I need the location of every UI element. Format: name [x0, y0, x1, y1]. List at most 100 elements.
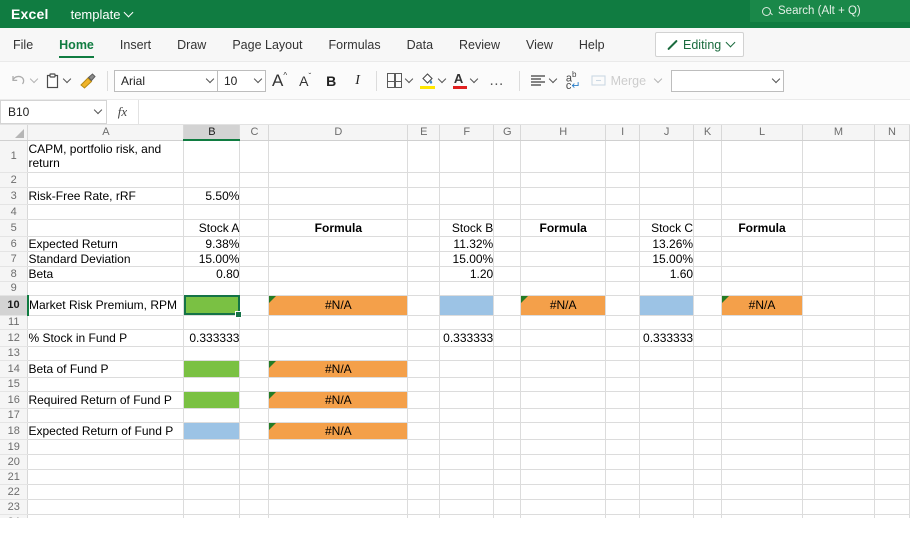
cell-M12[interactable]: [802, 329, 875, 347]
cell-D23[interactable]: [268, 499, 409, 515]
cell-I9[interactable]: [605, 281, 641, 296]
row-header-9[interactable]: 9: [0, 281, 29, 296]
row-header-1[interactable]: 1: [0, 140, 29, 173]
cell-I3[interactable]: [605, 187, 641, 205]
cell-E10[interactable]: [407, 295, 441, 316]
cell-I17[interactable]: [605, 408, 641, 423]
tab-draw[interactable]: Draw: [164, 28, 219, 61]
merge-cells-button[interactable]: Merge: [587, 67, 665, 95]
cell-E15[interactable]: [407, 377, 441, 392]
cell-J5[interactable]: Stock C: [639, 219, 695, 237]
cell-M18[interactable]: [802, 422, 875, 440]
cell-K9[interactable]: [693, 281, 723, 296]
cell-D3[interactable]: [268, 187, 409, 205]
cell-C20[interactable]: [239, 454, 270, 470]
italic-button[interactable]: I: [345, 67, 370, 95]
cell-J13[interactable]: [639, 346, 695, 361]
cell-A13[interactable]: [27, 346, 185, 361]
cell-A20[interactable]: [27, 454, 185, 470]
cell-L9[interactable]: [721, 281, 803, 296]
cell-L5[interactable]: Formula: [721, 219, 803, 237]
column-header-k[interactable]: K: [693, 125, 723, 141]
cell-K5[interactable]: [693, 219, 723, 237]
cell-I16[interactable]: [605, 391, 641, 409]
cell-E6[interactable]: [407, 236, 441, 252]
cell-L2[interactable]: [721, 172, 803, 188]
cell-J22[interactable]: [639, 484, 695, 500]
cell-C18[interactable]: [239, 422, 270, 440]
cell-M5[interactable]: [802, 219, 875, 237]
cell-K14[interactable]: [693, 360, 723, 378]
cell-C14[interactable]: [239, 360, 270, 378]
cell-F17[interactable]: [439, 408, 495, 423]
cell-E5[interactable]: [407, 219, 441, 237]
cell-E1[interactable]: [407, 140, 441, 173]
row-header-3[interactable]: 3: [0, 187, 29, 205]
row-header-7[interactable]: 7: [0, 251, 29, 267]
cell-C22[interactable]: [239, 484, 270, 500]
cell-F5[interactable]: Stock B: [439, 219, 495, 237]
cell-N3[interactable]: [874, 187, 910, 205]
cell-C11[interactable]: [239, 315, 270, 330]
font-name-select[interactable]: Arial: [114, 69, 218, 92]
cell-F21[interactable]: [439, 469, 495, 485]
cell-A5[interactable]: [27, 219, 185, 237]
cell-I24[interactable]: [605, 514, 641, 518]
cell-D15[interactable]: [268, 377, 409, 392]
cell-H17[interactable]: [520, 408, 607, 423]
cell-D22[interactable]: [268, 484, 409, 500]
cell-N17[interactable]: [874, 408, 910, 423]
cell-C10[interactable]: [239, 295, 270, 316]
cell-G13[interactable]: [493, 346, 522, 361]
cell-E14[interactable]: [407, 360, 441, 378]
cell-N21[interactable]: [874, 469, 910, 485]
cell-E24[interactable]: [407, 514, 441, 518]
cell-H2[interactable]: [520, 172, 607, 188]
cell-B13[interactable]: [183, 346, 241, 361]
cell-A11[interactable]: [27, 315, 185, 330]
cell-L18[interactable]: [721, 422, 803, 440]
bold-button[interactable]: B: [317, 67, 345, 95]
tab-page-layout[interactable]: Page Layout: [219, 28, 315, 61]
cell-L13[interactable]: [721, 346, 803, 361]
cell-L12[interactable]: [721, 329, 803, 347]
cell-B20[interactable]: [183, 454, 241, 470]
cell-D21[interactable]: [268, 469, 409, 485]
cell-E7[interactable]: [407, 251, 441, 267]
cell-K15[interactable]: [693, 377, 723, 392]
cell-J20[interactable]: [639, 454, 695, 470]
cell-J2[interactable]: [639, 172, 695, 188]
cell-B14[interactable]: [183, 360, 241, 378]
cell-J11[interactable]: [639, 315, 695, 330]
cell-I10[interactable]: [605, 295, 641, 316]
cell-J21[interactable]: [639, 469, 695, 485]
cell-L8[interactable]: [721, 266, 803, 282]
cell-I23[interactable]: [605, 499, 641, 515]
cell-F3[interactable]: [439, 187, 495, 205]
cell-I13[interactable]: [605, 346, 641, 361]
cell-J24[interactable]: [639, 514, 695, 518]
cell-E23[interactable]: [407, 499, 441, 515]
cell-H13[interactable]: [520, 346, 607, 361]
column-header-j[interactable]: J: [639, 125, 695, 141]
column-header-c[interactable]: C: [239, 125, 270, 141]
row-header-22[interactable]: 22: [0, 484, 29, 500]
tab-review[interactable]: Review: [446, 28, 513, 61]
cell-D18[interactable]: #N/A: [268, 422, 409, 440]
wrap-text-button[interactable]: ab c↵: [560, 67, 587, 95]
cell-D10[interactable]: #N/A: [268, 295, 409, 316]
cell-B21[interactable]: [183, 469, 241, 485]
cell-E2[interactable]: [407, 172, 441, 188]
cell-G16[interactable]: [493, 391, 522, 409]
cell-D17[interactable]: [268, 408, 409, 423]
cell-E11[interactable]: [407, 315, 441, 330]
cell-I15[interactable]: [605, 377, 641, 392]
cell-H8[interactable]: [520, 266, 607, 282]
cell-H16[interactable]: [520, 391, 607, 409]
cell-I18[interactable]: [605, 422, 641, 440]
cell-E19[interactable]: [407, 439, 441, 455]
cell-F7[interactable]: 15.00%: [439, 251, 495, 267]
row-header-8[interactable]: 8: [0, 266, 29, 282]
cell-A3[interactable]: Risk-Free Rate, rRF: [27, 187, 185, 205]
cell-K17[interactable]: [693, 408, 723, 423]
